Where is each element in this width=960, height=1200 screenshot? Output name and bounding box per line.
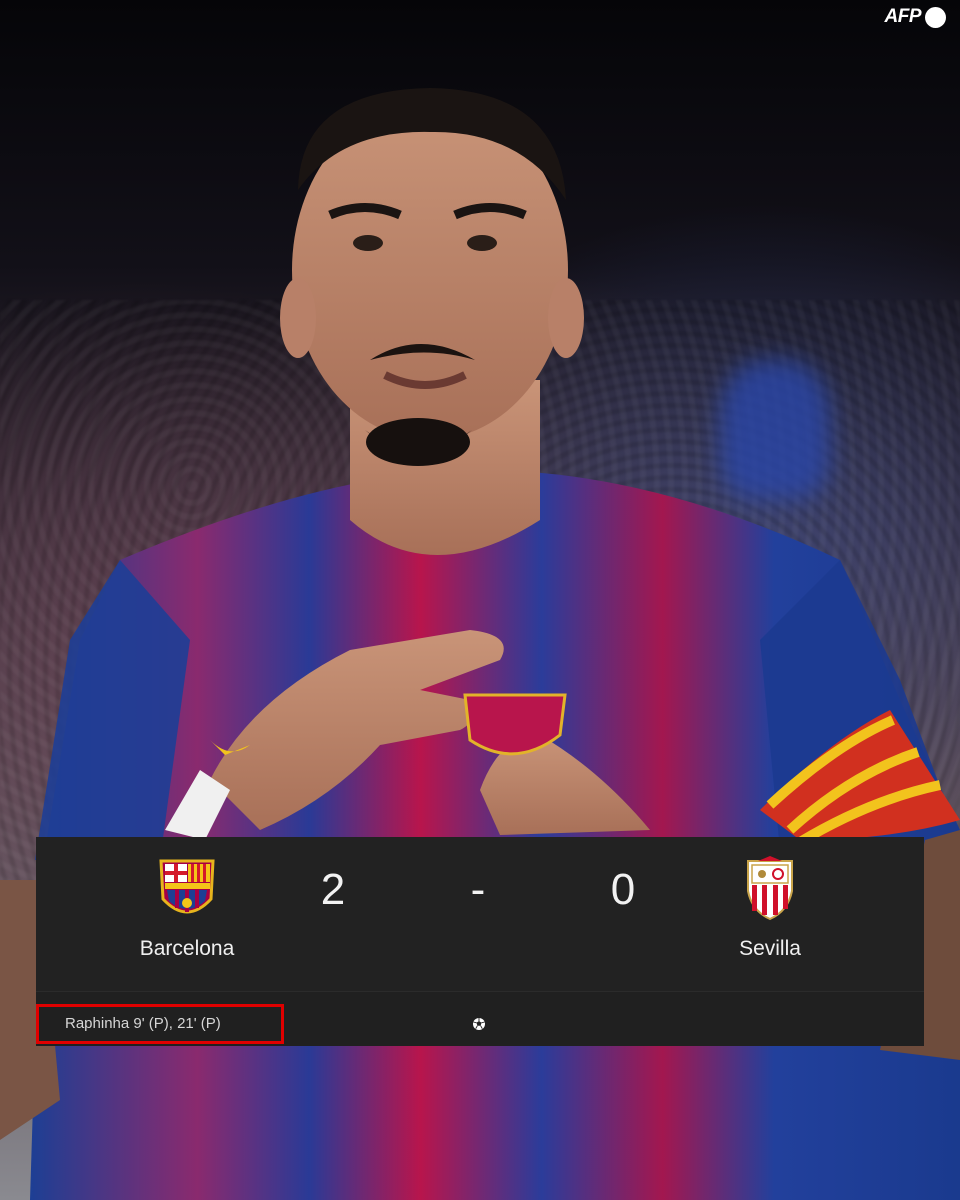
score-separator: - bbox=[470, 865, 486, 914]
afp-dot-icon bbox=[925, 6, 946, 28]
afp-watermark: AFP bbox=[884, 6, 946, 28]
soccer-ball-icon bbox=[473, 1018, 485, 1030]
home-team-name: Barcelona bbox=[139, 937, 235, 960]
home-team[interactable]: Barcelona bbox=[87, 855, 287, 961]
score-row: Barcelona 2 - 0 Sevilla bbox=[36, 837, 924, 991]
away-team-name: Sevilla bbox=[739, 937, 801, 960]
afp-logo-text: AFP bbox=[884, 6, 922, 27]
sevilla-crest-icon bbox=[747, 856, 793, 921]
home-scorers-highlight: Raphinha 9' (P), 21' (P) bbox=[36, 1004, 284, 1044]
match-score-card[interactable]: Barcelona 2 - 0 Sevilla Raphinha 9' (P),… bbox=[36, 837, 924, 1046]
home-score: 2 bbox=[320, 865, 346, 914]
barcelona-crest-icon bbox=[159, 859, 215, 914]
away-score: 0 bbox=[610, 865, 636, 914]
away-team[interactable]: Sevilla bbox=[670, 855, 870, 961]
